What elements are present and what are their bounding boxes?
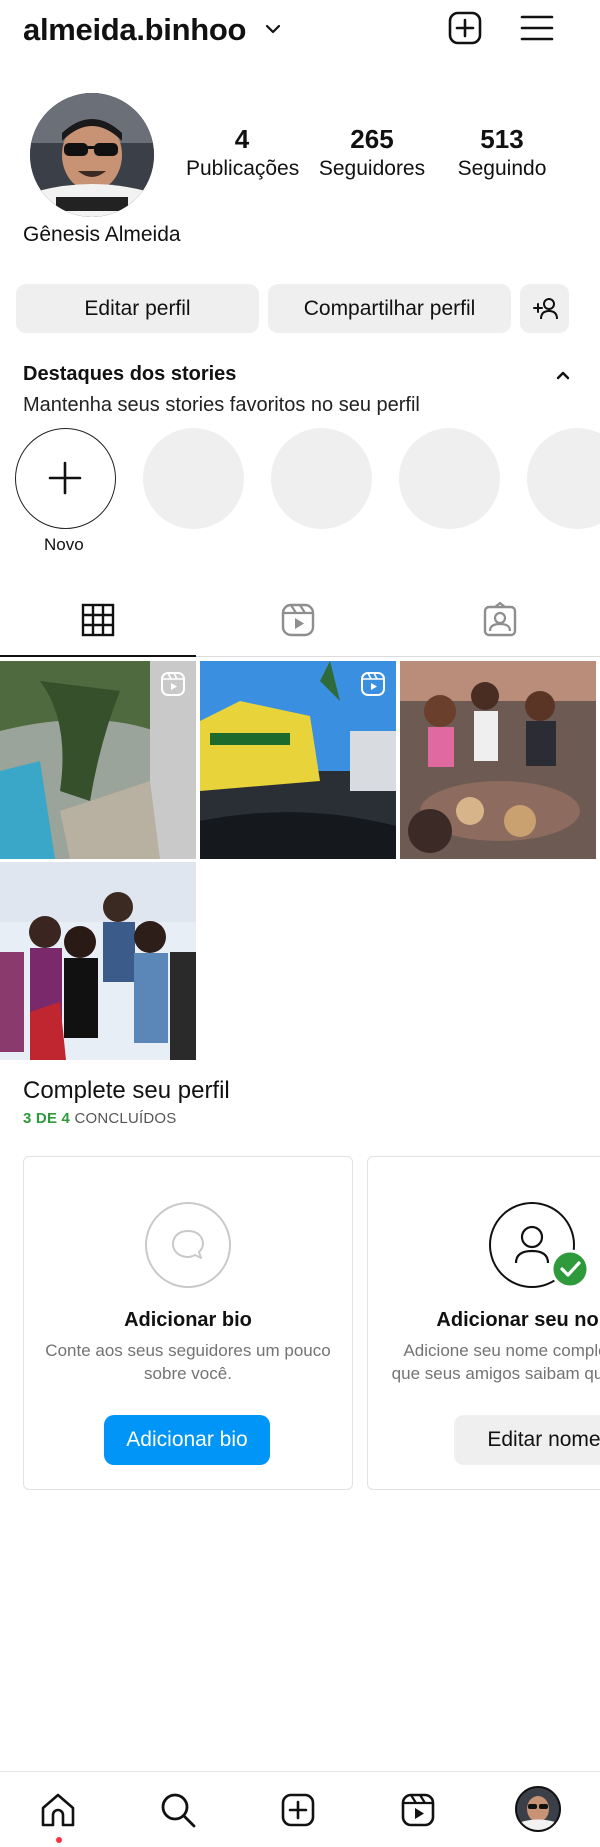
followers-label: Seguidores [318,157,426,180]
top-bar: almeida.binhoo [0,0,600,62]
highlight-placeholder [527,428,600,529]
add-person-icon [532,297,558,319]
reel-badge-icon [161,672,185,696]
new-highlight-label: Novo [44,535,84,554]
reels-nav-icon[interactable] [398,1790,438,1830]
active-tab-indicator [0,655,196,657]
highlights-subtitle: Mantenha seus stories favoritos no seu p… [23,394,420,416]
edit-profile-button[interactable]: Editar perfil [16,284,259,333]
chevron-up-icon[interactable] [554,366,572,384]
stat-following[interactable]: 513 Seguindo [446,124,558,184]
complete-profile-title: Complete seu perfil [23,1077,230,1104]
post-thumbnail[interactable] [0,661,196,859]
highlights-title: Destaques dos stories [23,363,237,385]
complete-profile-progress: 3 DE 4 CONCLUÍDOS [23,1110,176,1127]
highlight-placeholder [399,428,500,529]
card-title: Adicionar bio [124,1309,252,1331]
followers-count: 265 [350,124,394,154]
home-icon[interactable] [38,1790,78,1830]
posts-count: 4 [234,124,250,154]
progress-rest: CONCLUÍDOS [74,1110,177,1127]
menu-icon[interactable] [517,8,557,48]
discover-people-button[interactable] [520,284,569,333]
grid-icon[interactable] [78,600,118,640]
bottom-nav [0,1771,600,1847]
person-check-icon [489,1202,590,1289]
posts-label: Publicações [186,157,300,180]
speech-bubble-icon [145,1202,231,1288]
share-profile-button[interactable]: Compartilhar perfil [268,284,511,333]
full-name: Gênesis Almeida [23,223,181,246]
following-label: Seguindo [457,157,547,180]
post-thumbnail[interactable] [0,862,196,1060]
notification-dot [56,1837,62,1843]
create-post-icon[interactable] [278,1790,318,1830]
card-title: Adicionar seu nome [436,1309,600,1331]
new-highlight-button[interactable] [15,428,116,529]
following-count: 513 [480,124,524,154]
chevron-down-icon[interactable] [264,20,282,38]
card-description: Adicione seu nome completo para que seus… [391,1341,600,1383]
username[interactable]: almeida.binhoo [23,12,246,48]
plus-icon [48,461,82,495]
reels-icon[interactable] [278,600,318,640]
progress-done: 3 DE 4 [23,1110,71,1127]
highlight-placeholder [143,428,244,529]
create-plus-icon[interactable] [445,8,485,48]
tagged-icon[interactable] [480,600,520,640]
stat-posts[interactable]: 4 Publicações [186,124,300,184]
card-description: Conte aos seus seguidores um pouco sobre… [45,1341,331,1383]
highlight-placeholder [271,428,372,529]
add-bio-button[interactable]: Adicionar bio [104,1415,270,1465]
profile-screen: almeida.binhoo 4 Publicações 265 Seguido… [0,0,600,1847]
add-bio-card: Adicionar bio Conte aos seus seguidores … [23,1156,353,1490]
search-icon[interactable] [158,1790,198,1830]
profile-nav-avatar[interactable] [515,1786,561,1832]
stat-followers[interactable]: 265 Seguidores [316,124,428,184]
edit-name-button[interactable]: Editar nome [454,1415,600,1465]
add-name-card: Adicionar seu nome Adicione seu nome com… [367,1156,600,1490]
post-thumbnail[interactable] [400,661,596,859]
profile-avatar[interactable] [30,93,154,217]
post-thumbnail[interactable] [200,661,396,859]
reel-badge-icon [361,672,385,696]
